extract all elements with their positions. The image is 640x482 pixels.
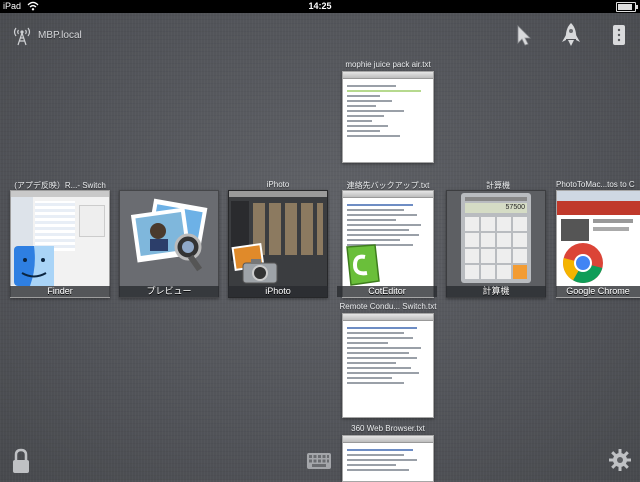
cursor-arrow-icon[interactable] xyxy=(513,24,535,46)
iphoto-icon xyxy=(231,243,278,284)
battery-icon xyxy=(616,2,638,12)
app-tile-finder[interactable] xyxy=(10,190,110,298)
clock: 14:25 xyxy=(308,1,332,11)
host-button[interactable]: MBP.local xyxy=(12,24,82,46)
preview-icon xyxy=(130,198,208,272)
app-tile-iphoto[interactable] xyxy=(228,190,328,298)
menu-icon[interactable] xyxy=(612,24,626,46)
keyboard-icon[interactable] xyxy=(306,452,332,470)
calculator-display: 57500 xyxy=(465,203,527,213)
lock-icon[interactable] xyxy=(10,448,32,474)
status-bar: iPad 14:25 xyxy=(0,0,640,13)
gear-icon[interactable] xyxy=(608,448,632,472)
window-title-iphoto: iPhoto xyxy=(266,180,290,189)
app-tile-coteditor[interactable] xyxy=(342,190,434,298)
app-tile-chrome[interactable] xyxy=(556,190,640,298)
app-tile-preview[interactable] xyxy=(119,190,219,298)
window-title-mophie: mophie juice pack air.txt xyxy=(345,60,431,69)
window-thumbnail-360-browser[interactable] xyxy=(342,435,434,482)
app-label-iphoto: iPhoto xyxy=(228,286,328,297)
rocket-icon[interactable] xyxy=(560,22,582,48)
app-tile-calculator[interactable]: 57500 xyxy=(446,190,546,298)
app-label-preview: プレビュー xyxy=(119,286,219,297)
host-name: MBP.local xyxy=(38,29,82,41)
app-label-chrome: Google Chrome xyxy=(556,286,640,297)
app-label-coteditor: CotEditor xyxy=(337,286,437,297)
window-thumbnail-remote-condu[interactable] xyxy=(342,313,434,418)
finder-icon xyxy=(14,246,54,286)
antenna-icon xyxy=(13,27,31,46)
window-title-chrome: PhotoToMac...tos to C xyxy=(556,180,635,189)
coteditor-icon xyxy=(346,244,380,286)
window-title-remote-condu: Remote Condu... Switch.txt xyxy=(339,302,437,311)
chrome-icon xyxy=(563,243,603,283)
window-title-360-browser: 360 Web Browser.txt xyxy=(351,424,425,433)
app-label-calculator: 計算機 xyxy=(446,286,546,297)
window-thumbnail-mophie[interactable] xyxy=(342,71,434,163)
app-label-finder: Finder xyxy=(10,286,110,297)
